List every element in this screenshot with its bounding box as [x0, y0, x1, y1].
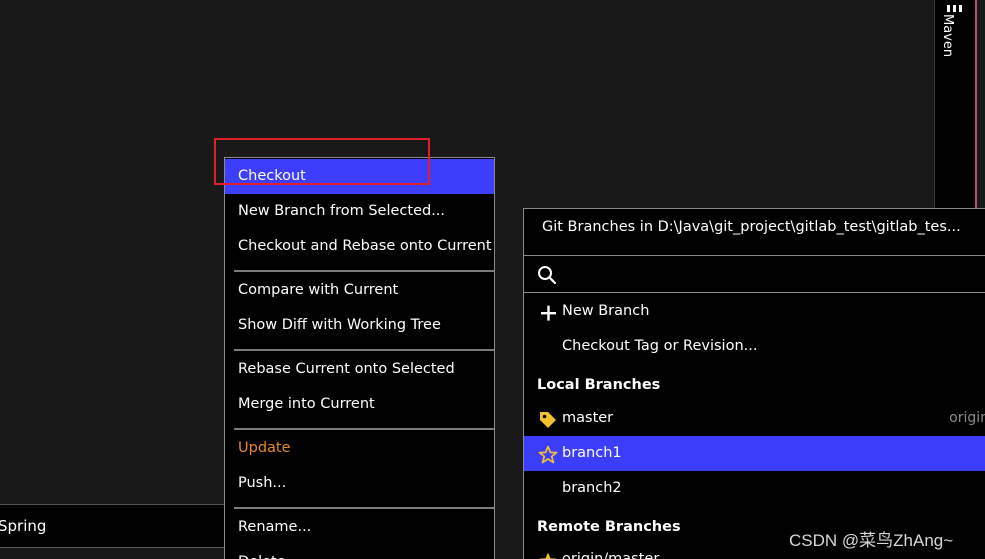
- checkout-tag-action[interactable]: Checkout Tag or Revision...: [524, 329, 985, 364]
- branch-item-master[interactable]: master origin: [524, 401, 985, 436]
- new-branch-label: New Branch: [562, 303, 650, 319]
- plus-icon: [538, 302, 558, 322]
- menu-item-checkout-and-rebase[interactable]: Checkout and Rebase onto Current: [225, 229, 494, 264]
- git-branches-popup: Git Branches in D:\Java\git_project\gitl…: [523, 208, 985, 559]
- new-branch-action[interactable]: New Branch: [524, 294, 985, 329]
- menu-item-update[interactable]: Update: [225, 431, 494, 466]
- star-icon: [538, 444, 558, 464]
- spring-tool-tab[interactable]: Spring: [0, 517, 46, 535]
- star-icon: [538, 550, 558, 559]
- maven-tool-tab[interactable]: Maven: [940, 14, 970, 74]
- menu-item-push[interactable]: Push...: [225, 466, 494, 501]
- tool-strip-accent: [975, 0, 977, 210]
- menu-item-compare-with-current[interactable]: Compare with Current: [225, 273, 494, 308]
- menu-item-merge-into-current[interactable]: Merge into Current: [225, 387, 494, 422]
- branch-name: branch2: [562, 480, 622, 496]
- remote-branches-header: Remote Branches: [537, 519, 681, 535]
- branch-search-input[interactable]: [524, 255, 985, 293]
- tag-icon: [538, 409, 558, 429]
- menu-item-rename[interactable]: Rename...: [225, 510, 494, 545]
- tracking-remote: origin: [949, 410, 985, 426]
- checkout-tag-label: Checkout Tag or Revision...: [562, 338, 758, 354]
- branch-name: master: [562, 410, 614, 426]
- branch-item-branch1[interactable]: branch1: [524, 436, 985, 471]
- menu-separator: [234, 349, 494, 351]
- menu-separator: [234, 270, 494, 272]
- local-branches-header: Local Branches: [537, 377, 661, 393]
- popup-title: Git Branches in D:\Java\git_project\gitl…: [542, 219, 961, 235]
- branch-name: branch1: [562, 445, 622, 461]
- menu-item-show-diff[interactable]: Show Diff with Working Tree: [225, 308, 494, 343]
- maven-icon[interactable]: [944, 0, 964, 12]
- branch-item-branch2[interactable]: branch2: [524, 471, 985, 506]
- menu-separator: [234, 428, 494, 430]
- bottom-tool-bar: Spring: [0, 504, 225, 548]
- maven-tab-label: Maven: [940, 14, 955, 58]
- menu-item-delete[interactable]: Delete: [225, 545, 494, 559]
- highlight-annotation-box: [214, 138, 430, 185]
- search-icon: [537, 265, 557, 285]
- menu-separator: [234, 507, 494, 509]
- branch-context-menu: Checkout New Branch from Selected... Che…: [224, 157, 495, 559]
- watermark: CSDN @菜鸟ZhAng~: [789, 531, 954, 550]
- menu-item-rebase-current-onto-selected[interactable]: Rebase Current onto Selected: [225, 352, 494, 387]
- menu-item-new-branch-from-selected[interactable]: New Branch from Selected...: [225, 194, 494, 229]
- branch-name: origin/master: [562, 551, 660, 559]
